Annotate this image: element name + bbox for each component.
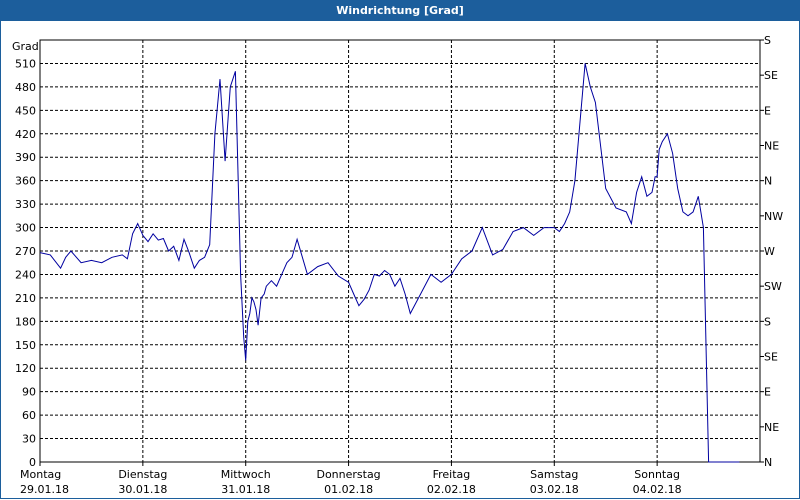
y-tick-label: 90	[22, 386, 36, 399]
right-axis-label: E	[764, 104, 771, 117]
y-tick-label: 330	[15, 198, 36, 211]
x-tick-date: 01.02.18	[324, 483, 373, 496]
y-tick-label: 390	[15, 151, 36, 164]
y-tick-label: 210	[15, 292, 36, 305]
y-tick-label: 480	[15, 81, 36, 94]
wind-direction-chart: Grad 03060901201501802102402703003303603…	[12, 34, 783, 496]
x-tick-labels: Montag 29.01.18 Dienstag 30.01.18 Mittwoch 31…	[20, 462, 682, 496]
x-tick-day: Freitag	[433, 468, 471, 481]
y-tick-label: 240	[15, 268, 36, 281]
y-tick-label: 270	[15, 245, 36, 258]
right-axis-label: SE	[764, 69, 778, 82]
x-tick-date: 04.02.18	[633, 483, 682, 496]
x-tick-day: Samstag	[530, 468, 578, 481]
x-tick-day: Dienstag	[118, 468, 167, 481]
y-tick-label: 420	[15, 128, 36, 141]
y-tick-label: 120	[15, 362, 36, 375]
right-axis-label: N	[764, 175, 772, 188]
y-tick-label: 300	[15, 222, 36, 235]
right-axis-label: SW	[764, 280, 782, 293]
series-line-wind-direction	[39, 63, 740, 463]
y-tick-label: 60	[22, 409, 36, 422]
x-tick-date: 02.02.18	[427, 483, 476, 496]
y-tick-label: 510	[15, 57, 36, 70]
x-tick-date: 03.02.18	[530, 483, 579, 496]
right-axis-labels: N NE E SE S SW W NW N NE E SE S	[760, 34, 783, 469]
x-tick-day: Montag	[20, 468, 61, 481]
y-tick-label: 450	[15, 104, 36, 117]
x-tick-day: Donnerstag	[316, 468, 380, 481]
y-axis-label: Grad	[12, 40, 39, 53]
x-tick-day: Mittwoch	[221, 468, 271, 481]
right-axis-label: SE	[764, 351, 778, 364]
y-tick-label: 150	[15, 339, 36, 352]
right-axis-label: E	[764, 386, 771, 399]
right-axis-label: NE	[764, 421, 779, 434]
y-tick-labels: 0306090120150180210240270300330360390420…	[15, 57, 36, 469]
right-axis-label: W	[764, 245, 775, 258]
right-axis-label: NE	[764, 140, 779, 153]
y-tick-label: 30	[22, 433, 36, 446]
right-axis-label: S	[764, 34, 771, 47]
right-axis-label: NW	[764, 210, 783, 223]
y-tick-label: 180	[15, 315, 36, 328]
x-tick-date: 30.01.18	[118, 483, 167, 496]
x-tick-date: 29.01.18	[20, 483, 69, 496]
right-axis-label: S	[764, 315, 771, 328]
x-tick-day: Sonntag	[634, 468, 680, 481]
y-tick-label: 360	[15, 175, 36, 188]
right-axis-label: N	[764, 456, 772, 469]
grid	[40, 40, 760, 462]
x-tick-date: 31.01.18	[221, 483, 270, 496]
